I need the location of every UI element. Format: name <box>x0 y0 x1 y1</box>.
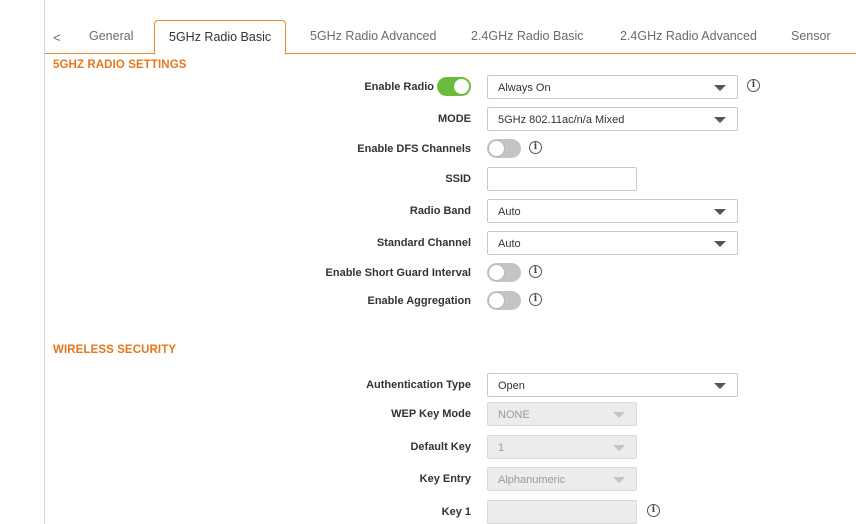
wep-key-mode-select[interactable]: NONE <box>487 402 637 426</box>
chevron-down-icon <box>714 85 726 91</box>
auth-type-select[interactable]: Open <box>487 373 738 397</box>
row-auth-type: Authentication Type Open <box>0 373 856 397</box>
radio-schedule-select[interactable]: Always On <box>487 75 738 99</box>
tab-5ghz-radio-advanced[interactable]: 5GHz Radio Advanced <box>310 29 436 43</box>
chevron-down-icon <box>613 445 625 451</box>
ssid-input[interactable] <box>487 167 637 191</box>
mode-value: 5GHz 802.11ac/n/a Mixed <box>498 114 625 126</box>
mode-select[interactable]: 5GHz 802.11ac/n/a Mixed <box>487 107 738 131</box>
key-entry-select[interactable]: Alphanumeric <box>487 467 637 491</box>
section-title-wireless-security: WIRELESS SECURITY <box>53 344 177 356</box>
enable-radio-label: Enable Radio <box>364 81 434 93</box>
key1-label: Key 1 <box>441 506 471 518</box>
short-guard-label: Enable Short Guard Interval <box>325 267 471 279</box>
aggregation-label: Enable Aggregation <box>367 295 472 307</box>
chevron-down-icon <box>714 117 726 123</box>
chevron-down-icon <box>613 412 625 418</box>
section-title-radio-settings: 5GHZ RADIO SETTINGS <box>53 59 187 71</box>
standard-channel-value: Auto <box>498 238 521 250</box>
mode-label: MODE <box>438 113 471 125</box>
chevron-down-icon <box>714 209 726 215</box>
enable-dfs-toggle[interactable] <box>487 139 521 158</box>
wep-key-mode-label: WEP Key Mode <box>391 408 471 420</box>
tab-sensor[interactable]: Sensor <box>791 29 831 43</box>
key1-input[interactable] <box>487 500 637 524</box>
toggle-knob <box>488 140 505 157</box>
toggle-knob <box>488 264 505 281</box>
tab-general[interactable]: General <box>89 29 133 43</box>
info-icon[interactable]: i <box>529 293 542 306</box>
tab-5ghz-radio-basic[interactable]: 5GHz Radio Basic <box>154 20 287 55</box>
info-icon[interactable]: i <box>529 265 542 278</box>
toggle-knob <box>488 292 505 309</box>
chevron-down-icon <box>714 241 726 247</box>
info-icon[interactable]: i <box>747 79 760 92</box>
aggregation-toggle[interactable] <box>487 291 521 310</box>
toggle-knob <box>453 78 470 95</box>
row-ssid: SSID <box>0 167 856 191</box>
row-enable-dfs: Enable DFS Channels i <box>0 137 856 161</box>
row-key1: Key 1 i <box>0 500 856 524</box>
auth-type-label: Authentication Type <box>366 379 471 391</box>
key-entry-label: Key Entry <box>419 473 471 485</box>
radio-band-label: Radio Band <box>409 205 471 217</box>
row-wep-key-mode: WEP Key Mode NONE <box>0 402 856 426</box>
row-mode: MODE 5GHz 802.11ac/n/a Mixed <box>0 107 856 131</box>
enable-radio-toggle[interactable] <box>437 77 471 96</box>
row-default-key: Default Key 1 <box>0 435 856 459</box>
tab-bar: < General 5GHz Radio Basic 5GHz Radio Ad… <box>45 20 856 55</box>
row-short-guard: Enable Short Guard Interval i <box>0 261 856 285</box>
ssid-label: SSID <box>445 173 471 185</box>
key-entry-value: Alphanumeric <box>498 474 566 486</box>
radio-band-select[interactable]: Auto <box>487 199 738 223</box>
chevron-down-icon <box>613 477 625 483</box>
standard-channel-label: Standard Channel <box>376 237 471 249</box>
default-key-value: 1 <box>498 442 505 454</box>
short-guard-toggle[interactable] <box>487 263 521 282</box>
enable-dfs-label: Enable DFS Channels <box>357 143 471 155</box>
row-radio-band: Radio Band Auto <box>0 199 856 223</box>
info-icon[interactable]: i <box>529 141 542 154</box>
row-enable-radio: Enable Radio Always On i <box>0 75 856 99</box>
auth-type-value: Open <box>498 380 525 392</box>
radio-band-value: Auto <box>498 206 521 218</box>
row-key-entry: Key Entry Alphanumeric <box>0 467 856 491</box>
info-icon[interactable]: i <box>647 504 660 517</box>
standard-channel-select[interactable]: Auto <box>487 231 738 255</box>
tab-scroll-left-icon[interactable]: < <box>53 30 61 45</box>
tab-2-4ghz-radio-basic[interactable]: 2.4GHz Radio Basic <box>471 29 584 43</box>
default-key-label: Default Key <box>410 441 471 453</box>
row-standard-channel: Standard Channel Auto <box>0 231 856 255</box>
chevron-down-icon <box>714 383 726 389</box>
wep-key-mode-value: NONE <box>498 409 530 421</box>
radio-schedule-value: Always On <box>498 82 551 94</box>
row-aggregation: Enable Aggregation i <box>0 289 856 313</box>
tab-2-4ghz-radio-advanced[interactable]: 2.4GHz Radio Advanced <box>620 29 757 43</box>
default-key-select[interactable]: 1 <box>487 435 637 459</box>
